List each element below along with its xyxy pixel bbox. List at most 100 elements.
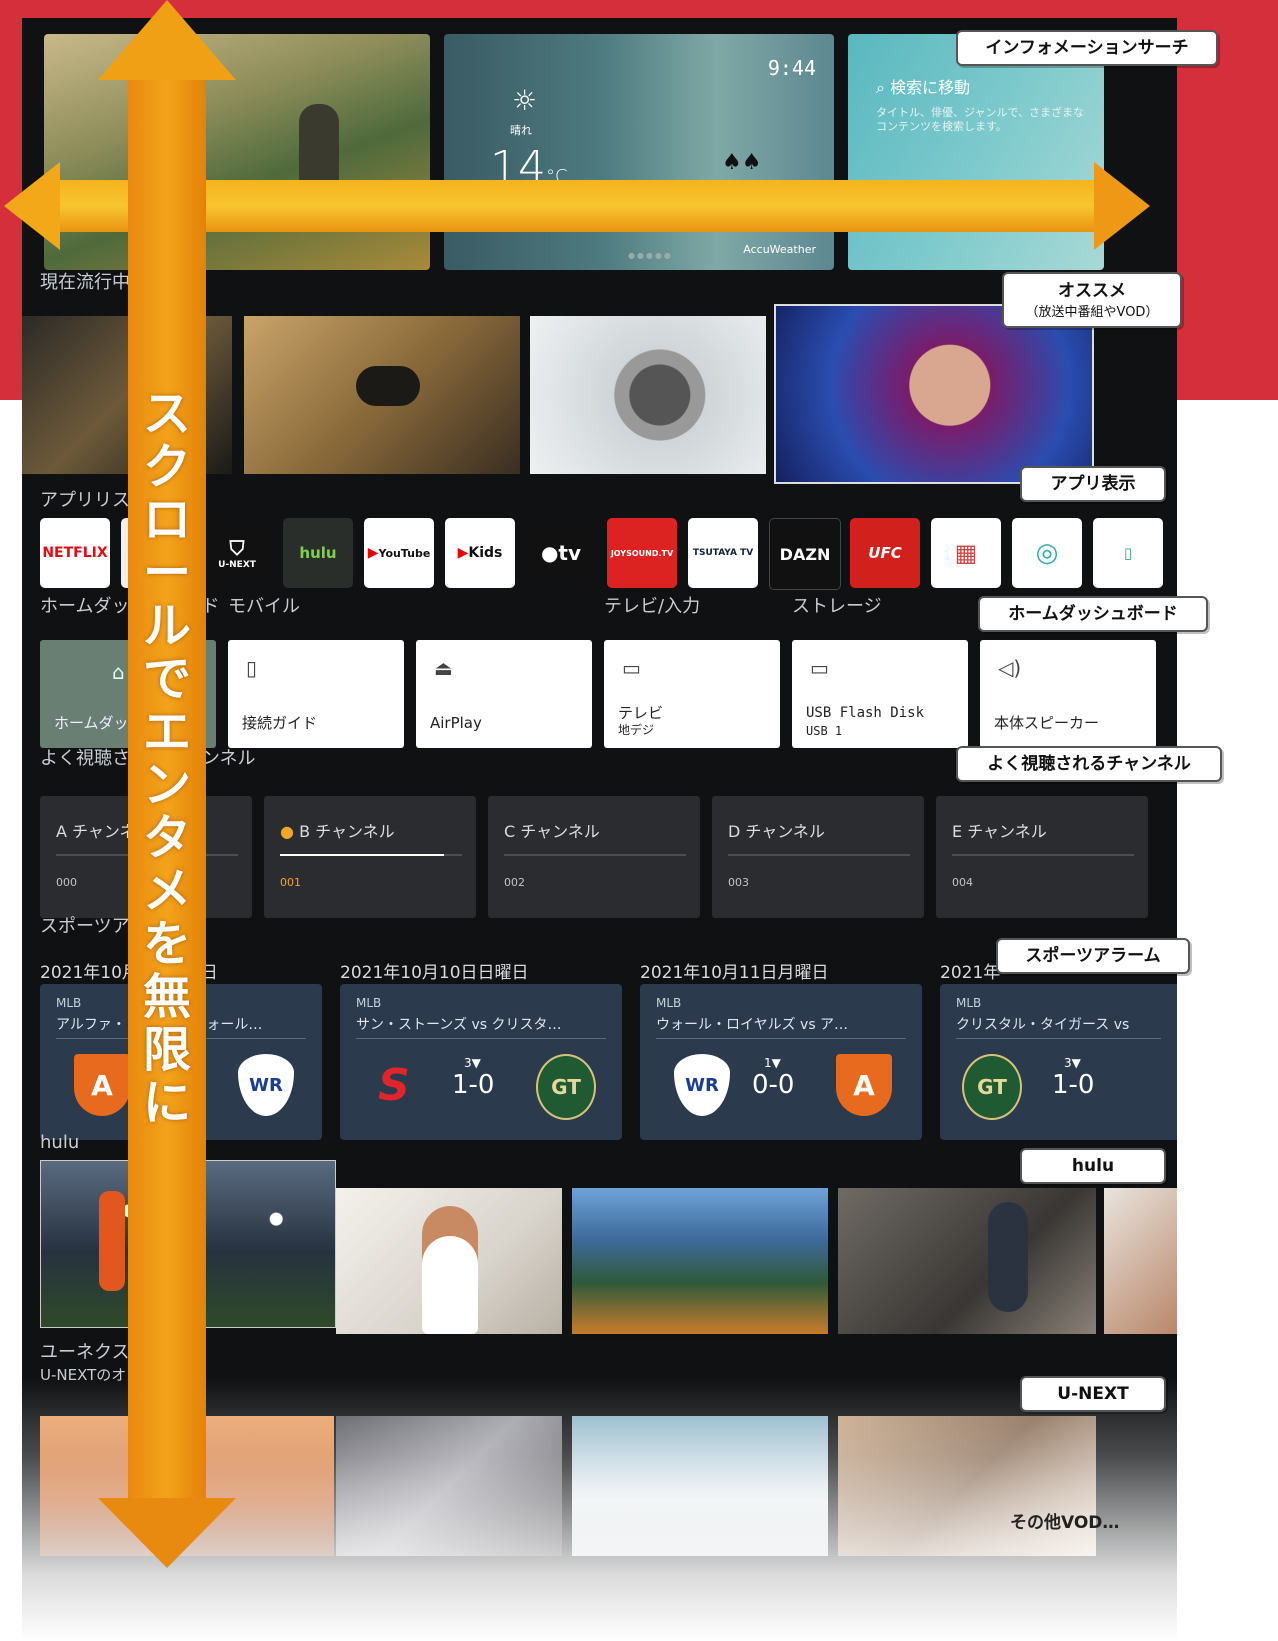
score: 0-0 [752, 1070, 795, 1100]
app-settings-button[interactable]: ◎ [1012, 518, 1082, 588]
search-label: ⌕ 検索に移動 [876, 78, 971, 97]
hulu-thumb-partial[interactable] [1104, 1188, 1177, 1334]
league-label: MLB [56, 996, 82, 1010]
woman-figure [422, 1206, 478, 1334]
unext-app[interactable]: ⛉ U-NEXT [202, 518, 272, 588]
joysound-app[interactable]: JOYSOUND.TV [607, 518, 677, 588]
channel-card-c[interactable]: C チャンネル 002 [488, 796, 700, 918]
horizontal-scroll-arrow-bar [52, 180, 1096, 232]
app-tile-partial[interactable]: ▯ [1093, 518, 1163, 588]
callout-apps: アプリ表示 [1020, 466, 1166, 502]
drummer-figure [988, 1202, 1028, 1312]
sun-icon: ☼ [512, 84, 538, 117]
card-divider [356, 1038, 606, 1039]
weather-condition: 晴れ [510, 124, 532, 137]
inning: 1▼ [764, 1056, 781, 1070]
carousel-dots: ●●●●● [628, 251, 673, 260]
settings-circle-icon: ◎ [1035, 538, 1059, 568]
trending-thumb-tire-smoke[interactable] [530, 316, 766, 474]
weather-card[interactable]: 9:44 ☼ 晴れ 14°C ♠♠ ●●●●● AccuWeather [444, 34, 834, 270]
youtube-play-icon: ▶ [367, 545, 379, 561]
section-title-mobile: モバイル [228, 596, 300, 617]
connection-guide-card[interactable]: ▯ 接続ガイド [228, 640, 404, 748]
mobile-phone-icon: ▯ [246, 656, 258, 680]
player-figure [99, 1191, 125, 1291]
channel-name: D チャンネル [728, 822, 825, 841]
app-partial-icon: ▯ [1123, 544, 1133, 562]
sports-game-card[interactable]: MLB ウォール・ロイヤルズ vs ア… WR 1▼ 0-0 A [640, 984, 922, 1140]
trending-thumb-binoculars[interactable] [244, 316, 520, 474]
matchup-label: サン・ストーンズ vs クリスタ… [356, 1017, 562, 1033]
all-apps-button[interactable]: ▦ [931, 518, 1001, 588]
hulu-thumb-drummer[interactable] [838, 1188, 1096, 1334]
other-vod-label: その他VOD… [1010, 1513, 1120, 1533]
channel-number: 004 [952, 876, 973, 889]
weather-provider: AccuWeather [743, 243, 816, 256]
channel-divider [728, 854, 910, 856]
channel-number: 003 [728, 876, 749, 889]
usb-icon: ▭ [810, 656, 829, 680]
section-title-hulu: hulu [40, 1132, 80, 1153]
tv-input-card[interactable]: ▭ テレビ 地デジ [604, 640, 780, 748]
sports-date: 2021年 [940, 963, 1001, 983]
tv-input-sub: 地デジ [618, 723, 655, 737]
netflix-app[interactable]: NETFLIX [40, 518, 110, 588]
trees-icon: ♠♠ [722, 150, 762, 175]
channel-number: 002 [504, 876, 525, 889]
matchup-label: クリスタル・タイガース vs [956, 1017, 1130, 1033]
apple-tv-app[interactable]: ● tv [526, 518, 596, 588]
search-card[interactable]: ⌕ 検索に移動 タイトル、俳優、ジャンルで、さまざまなコンテンツを検索します。 [848, 34, 1104, 270]
score: 1-0 [1052, 1070, 1095, 1100]
channel-card-e[interactable]: E チャンネル 004 [936, 796, 1148, 918]
callout-hulu: hulu [1020, 1148, 1166, 1184]
ufc-app[interactable]: UFC [850, 518, 920, 588]
sports-date: 2021年10月10日日曜日 [340, 963, 529, 983]
youtube-kids-app[interactable]: ▶ Kids [445, 518, 515, 588]
arrow-down-head [98, 1498, 236, 1568]
arrow-up-head [98, 0, 236, 80]
recommend-thumb-flowers[interactable] [774, 304, 1094, 484]
channel-number: 001 [280, 876, 301, 889]
channel-number: 000 [56, 876, 77, 889]
hulu-thumb-cooking[interactable] [336, 1188, 562, 1334]
dazn-app[interactable]: DAZN [769, 518, 841, 590]
tsutaya-app[interactable]: TSUTAYA TV [688, 518, 758, 588]
usb-label: USB Flash Disk [806, 705, 925, 721]
hulu-app[interactable]: hulu [283, 518, 353, 588]
tv-input-label: テレビ [618, 704, 664, 722]
hulu-thumb-mountain[interactable] [572, 1188, 828, 1334]
league-label: MLB [356, 996, 382, 1010]
usb-storage-card[interactable]: ▭ USB Flash Disk USB 1 [792, 640, 968, 748]
monitor-icon: ▭ [622, 656, 641, 680]
sports-game-card[interactable]: MLB クリスタル・タイガース vs GT 3▼ 1-0 [940, 984, 1177, 1140]
channel-divider [504, 854, 686, 856]
search-icon: ⌕ [876, 78, 885, 97]
airplay-card[interactable]: ⏏ AirPlay [416, 640, 592, 748]
league-label: MLB [656, 996, 682, 1010]
channel-name: ● B チャンネル [280, 822, 395, 841]
callout-sports: スポーツアラーム [996, 938, 1190, 974]
channel-card-b[interactable]: ● B チャンネル 001 [264, 796, 476, 918]
score: 1-0 [452, 1070, 495, 1100]
callout-dashboard: ホームダッシュボード [978, 596, 1208, 632]
matchup-label: ウォール・ロイヤルズ vs ア… [656, 1017, 849, 1033]
team-logo-gt: GT [962, 1054, 1022, 1120]
speaker-card[interactable]: ◁) 本体スピーカー [980, 640, 1156, 748]
usb-sub: USB 1 [806, 724, 843, 738]
sports-date: 2021年10月11日月曜日 [640, 963, 829, 983]
callout-info-search: インフォメーションサーチ [956, 30, 1218, 66]
home-icon: ⌂ [112, 660, 125, 684]
inning: 3▼ [464, 1056, 481, 1070]
section-title-storage: ストレージ [792, 596, 882, 617]
kids-play-icon: ▶ [457, 545, 469, 561]
callout-recommend: オススメ （放送中番組やVOD） [1002, 272, 1182, 328]
section-title-tv-input: テレビ/入力 [604, 596, 701, 617]
youtube-app[interactable]: ▶ YouTube [364, 518, 434, 588]
inning: 3▼ [1064, 1056, 1081, 1070]
sports-game-card[interactable]: MLB サン・ストーンズ vs クリスタ… S 3▼ 1-0 GT [340, 984, 622, 1140]
speaker-icon: ◁) [998, 656, 1022, 680]
team-logo-wr: WR [238, 1054, 294, 1116]
airplay-label: AirPlay [430, 714, 482, 732]
channel-card-d[interactable]: D チャンネル 003 [712, 796, 924, 918]
arrow-right-head [1094, 162, 1150, 250]
